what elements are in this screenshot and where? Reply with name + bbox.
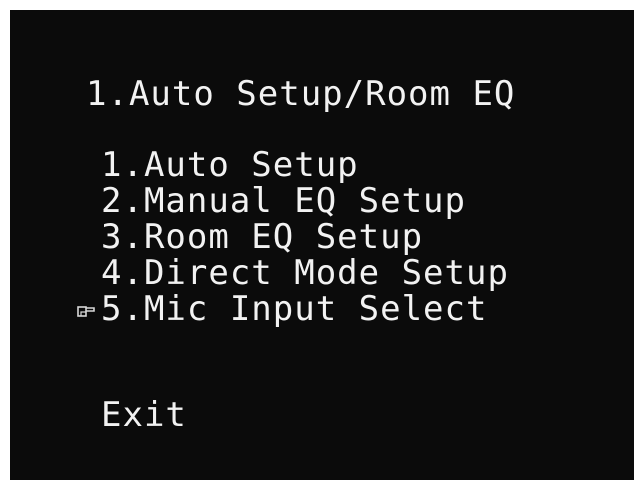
menu-item-label: 4.Direct Mode Setup	[101, 253, 509, 293]
pointing-hand-icon	[77, 306, 95, 317]
menu-list: 1.Auto Setup 2.Manual EQ Setup 3.Room EQ…	[77, 147, 509, 329]
menu-item-label: 3.Room EQ Setup	[101, 217, 424, 257]
menu-item-label: 1.Auto Setup	[101, 145, 359, 185]
osd-screen: 1.Auto Setup/Room EQ 1.Auto Setup 2.Manu…	[10, 10, 634, 480]
menu-item-direct-mode-setup[interactable]: 4.Direct Mode Setup	[101, 255, 509, 291]
menu-item-manual-eq-setup[interactable]: 2.Manual EQ Setup	[101, 183, 509, 219]
menu-item-auto-setup[interactable]: 1.Auto Setup	[101, 147, 509, 183]
menu-item-room-eq-setup[interactable]: 3.Room EQ Setup	[101, 219, 509, 255]
menu-title: 1.Auto Setup/Room EQ	[86, 74, 516, 114]
menu-item-label: 2.Manual EQ Setup	[101, 181, 466, 221]
menu-item-label: 5.Mic Input Select	[101, 289, 488, 329]
menu-item-mic-input-select[interactable]: 5.Mic Input Select	[77, 289, 509, 329]
exit-menu-item[interactable]: Exit	[101, 397, 187, 433]
